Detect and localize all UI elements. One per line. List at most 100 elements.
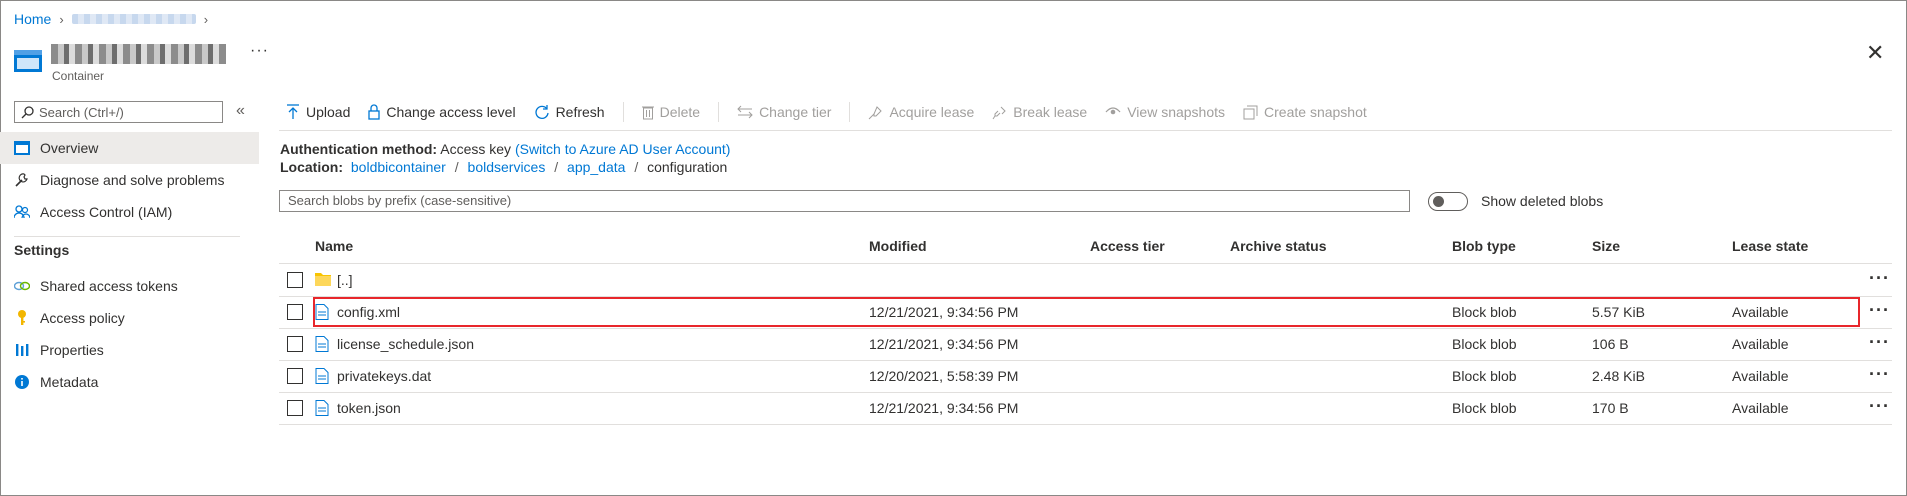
- blob-name[interactable]: privatekeys.dat: [337, 360, 431, 392]
- toolbar-divider: [279, 130, 1892, 131]
- more-options-button[interactable]: ···: [250, 42, 269, 60]
- breadcrumb-home[interactable]: Home: [14, 11, 51, 27]
- row-more-button[interactable]: ···: [1869, 392, 1890, 420]
- sidebar-search-placeholder: Search (Ctrl+/): [39, 104, 124, 120]
- location-line: Location: boldbicontainer / boldservices…: [280, 159, 727, 175]
- create-snapshot-button[interactable]: Create snapshot: [1243, 104, 1367, 120]
- break-link-icon: [992, 106, 1006, 119]
- table-row[interactable]: [..] ···: [279, 264, 1892, 296]
- container-name-redacted: [51, 44, 226, 64]
- collapse-sidebar-button[interactable]: «: [236, 102, 245, 120]
- toolbar-separator: [718, 102, 720, 122]
- upload-icon: [287, 104, 299, 119]
- sidebar-item-label: Overview: [40, 140, 99, 156]
- path-separator: /: [634, 159, 639, 175]
- delete-label: Delete: [659, 104, 701, 120]
- column-header-lease-state[interactable]: Lease state: [1732, 238, 1808, 254]
- toolbar-separator: [849, 102, 851, 122]
- change-tier-label: Change tier: [759, 104, 832, 120]
- show-deleted-blobs-toggle[interactable]: [1428, 192, 1468, 211]
- eye-icon: [1105, 107, 1121, 115]
- container-icon: [14, 50, 42, 72]
- sidebar-item-iam[interactable]: Access Control (IAM): [0, 196, 259, 228]
- column-header-access-tier[interactable]: Access tier: [1090, 238, 1165, 254]
- blob-lease-state: Available: [1732, 368, 1789, 384]
- row-checkbox[interactable]: [287, 304, 303, 320]
- row-more-button[interactable]: ···: [1869, 264, 1890, 292]
- row-more-button[interactable]: ···: [1869, 328, 1890, 356]
- location-link-container[interactable]: boldbicontainer: [351, 159, 446, 175]
- row-checkbox[interactable]: [287, 400, 303, 416]
- row-more-button[interactable]: ···: [1869, 360, 1890, 388]
- sidebar-item-metadata[interactable]: Metadata: [0, 366, 259, 398]
- view-snapshots-button[interactable]: View snapshots: [1105, 104, 1225, 120]
- sidebar-item-overview[interactable]: Overview: [0, 132, 259, 164]
- link-icon: [14, 278, 30, 294]
- row-checkbox[interactable]: [287, 368, 303, 384]
- chevron-right-icon: ›: [203, 11, 209, 27]
- auth-method-line: Authentication method: Access key (Switc…: [280, 141, 730, 157]
- table-row[interactable]: license_schedule.json 12/21/2021, 9:34:5…: [279, 328, 1892, 360]
- properties-icon: [14, 342, 30, 358]
- file-icon: [315, 368, 329, 384]
- location-label: Location:: [280, 159, 343, 175]
- break-lease-button[interactable]: Break lease: [992, 104, 1087, 120]
- blob-lease-state: Available: [1732, 336, 1789, 352]
- sidebar-item-properties[interactable]: Properties: [0, 334, 259, 366]
- change-tier-button[interactable]: Change tier: [737, 104, 831, 120]
- blob-name[interactable]: [..]: [337, 264, 353, 296]
- auth-method-value: Access key: [440, 141, 512, 157]
- blob-prefix-search-input[interactable]: Search blobs by prefix (case-sensitive): [279, 190, 1410, 212]
- location-link-boldservices[interactable]: boldservices: [468, 159, 546, 175]
- switch-to-azure-ad-link[interactable]: (Switch to Azure AD User Account): [515, 141, 731, 157]
- sidebar-search-input[interactable]: Search (Ctrl+/): [14, 101, 223, 123]
- row-divider: [279, 424, 1892, 425]
- blob-name[interactable]: license_schedule.json: [337, 328, 474, 360]
- column-header-archive-status[interactable]: Archive status: [1230, 238, 1326, 254]
- acquire-lease-label: Acquire lease: [889, 104, 975, 120]
- delete-button[interactable]: Delete: [641, 104, 701, 120]
- location-link-app-data[interactable]: app_data: [567, 159, 625, 175]
- toolbar-separator: [622, 102, 624, 122]
- acquire-lease-button[interactable]: Acquire lease: [868, 104, 974, 120]
- change-access-level-label: Change access level: [386, 104, 516, 120]
- sidebar-divider: [14, 236, 240, 237]
- view-snapshots-label: View snapshots: [1127, 104, 1226, 120]
- sidebar-item-label: Diagnose and solve problems: [40, 172, 225, 188]
- column-header-name[interactable]: Name: [315, 238, 353, 254]
- breadcrumb-storage-account-redacted[interactable]: [71, 14, 196, 24]
- column-header-modified[interactable]: Modified: [869, 238, 927, 254]
- table-row[interactable]: token.json 12/21/2021, 9:34:56 PM Block …: [279, 392, 1892, 424]
- refresh-button[interactable]: Refresh: [534, 104, 605, 120]
- sidebar-item-label: Shared access tokens: [40, 278, 178, 294]
- sidebar-item-access-policy[interactable]: Access policy: [0, 302, 259, 334]
- sidebar-nav: Overview Diagnose and solve problems Acc…: [0, 132, 259, 398]
- column-header-size[interactable]: Size: [1592, 238, 1620, 254]
- trash-icon: [641, 106, 654, 119]
- sidebar-item-label: Access Control (IAM): [40, 204, 173, 220]
- show-deleted-blobs-label: Show deleted blobs: [1481, 193, 1604, 209]
- info-icon: [14, 374, 30, 390]
- lease-link-icon: [869, 105, 883, 119]
- sidebar-item-shared-access-tokens[interactable]: Shared access tokens: [0, 270, 259, 302]
- row-more-button[interactable]: ···: [1869, 296, 1890, 324]
- command-bar: Upload Change access level Refresh Delet…: [286, 100, 1385, 124]
- close-button[interactable]: ✕: [1866, 42, 1884, 64]
- row-checkbox[interactable]: [287, 272, 303, 288]
- change-access-level-button[interactable]: Change access level: [368, 104, 516, 120]
- settings-heading: Settings: [14, 242, 70, 258]
- upload-button[interactable]: Upload: [286, 104, 350, 120]
- blob-name[interactable]: token.json: [337, 392, 401, 424]
- people-icon: [14, 204, 30, 220]
- blob-size: 170 B: [1592, 400, 1629, 416]
- column-header-blob-type[interactable]: Blob type: [1452, 238, 1516, 254]
- sidebar-item-label: Properties: [40, 342, 104, 358]
- sidebar-item-label: Access policy: [40, 310, 125, 326]
- table-row[interactable]: privatekeys.dat 12/20/2021, 5:58:39 PM B…: [279, 360, 1892, 392]
- sidebar-item-diagnose[interactable]: Diagnose and solve problems: [0, 164, 259, 196]
- wrench-icon: [14, 172, 30, 188]
- breadcrumb: Home › ›: [14, 11, 208, 27]
- row-checkbox[interactable]: [287, 336, 303, 352]
- location-current-folder: configuration: [647, 159, 728, 175]
- lock-icon: [368, 104, 381, 120]
